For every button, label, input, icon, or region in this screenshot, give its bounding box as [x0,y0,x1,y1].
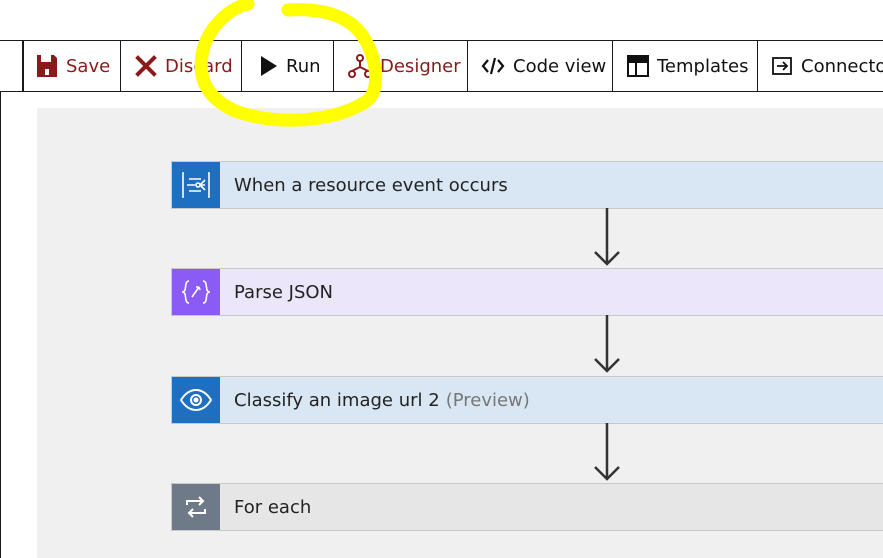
step-card-classify-image[interactable]: Classify an image url 2 (Preview) [171,376,883,424]
templates-icon [627,55,649,77]
code-view-button[interactable]: Code view [468,41,613,91]
flow-arrow-down [594,315,620,373]
loop-icon [172,484,220,530]
save-button[interactable]: Save [24,41,121,91]
connectors-label: Connecto [801,55,883,77]
discard-button[interactable]: Discard [121,41,242,91]
designer-toolbar: Save Discard Run Designer Code view Temp… [0,40,883,92]
step-label: For each [234,496,312,518]
code-icon [481,56,505,76]
parse-json-icon [172,269,220,315]
flow-arrow-down [594,208,620,266]
save-icon [36,54,58,78]
designer-button[interactable]: Designer [334,41,468,91]
step-card-parse-json[interactable]: Parse JSON [171,268,883,316]
run-label: Run [286,55,321,77]
connector-icon [771,55,793,77]
code-view-label: Code view [513,55,607,77]
eye-icon [172,377,220,423]
run-button[interactable]: Run [242,41,334,91]
step-label: When a resource event occurs [234,174,508,196]
save-label: Save [66,55,111,77]
step-label-text: Classify an image url 2 [234,389,440,411]
close-icon [135,55,157,77]
play-icon [260,55,278,77]
connectors-button[interactable]: Connecto [758,41,883,91]
designer-label: Designer [380,55,461,77]
step-label: Classify an image url 2 (Preview) [234,390,530,411]
templates-button[interactable]: Templates [613,41,758,91]
step-card-trigger[interactable]: When a resource event occurs [171,161,883,209]
flow-arrow-down [594,423,620,481]
step-label: Parse JSON [234,281,334,303]
templates-label: Templates [657,55,749,77]
discard-label: Discard [165,55,233,77]
designer-icon [348,54,372,78]
left-border [0,92,1,558]
step-card-for-each[interactable]: For each [171,483,883,531]
preview-tag: (Preview) [445,389,530,411]
event-grid-icon [172,162,220,208]
